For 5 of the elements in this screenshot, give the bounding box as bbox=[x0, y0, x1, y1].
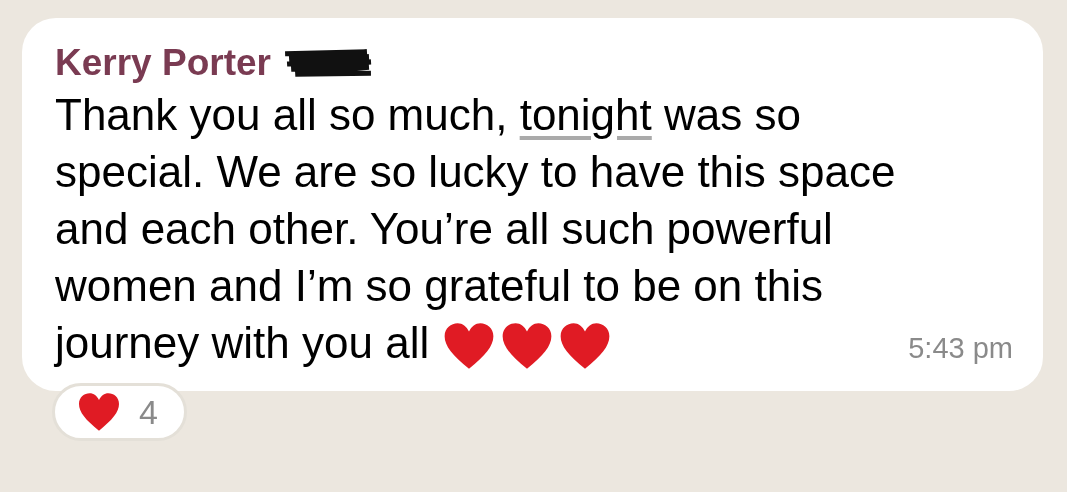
message-time: 5:43 pm bbox=[908, 332, 1013, 367]
date-link[interactable]: tonight bbox=[519, 90, 652, 139]
message-text: Thank you all so much, tonight was so special. We are so lucky to have this space and each other. You’re all such powerful women and I’m so grateful to be on this journey with you all bbox=[55, 86, 896, 372]
heart-icon bbox=[77, 392, 121, 433]
sender-name[interactable]: Kerry Porter bbox=[55, 42, 271, 84]
